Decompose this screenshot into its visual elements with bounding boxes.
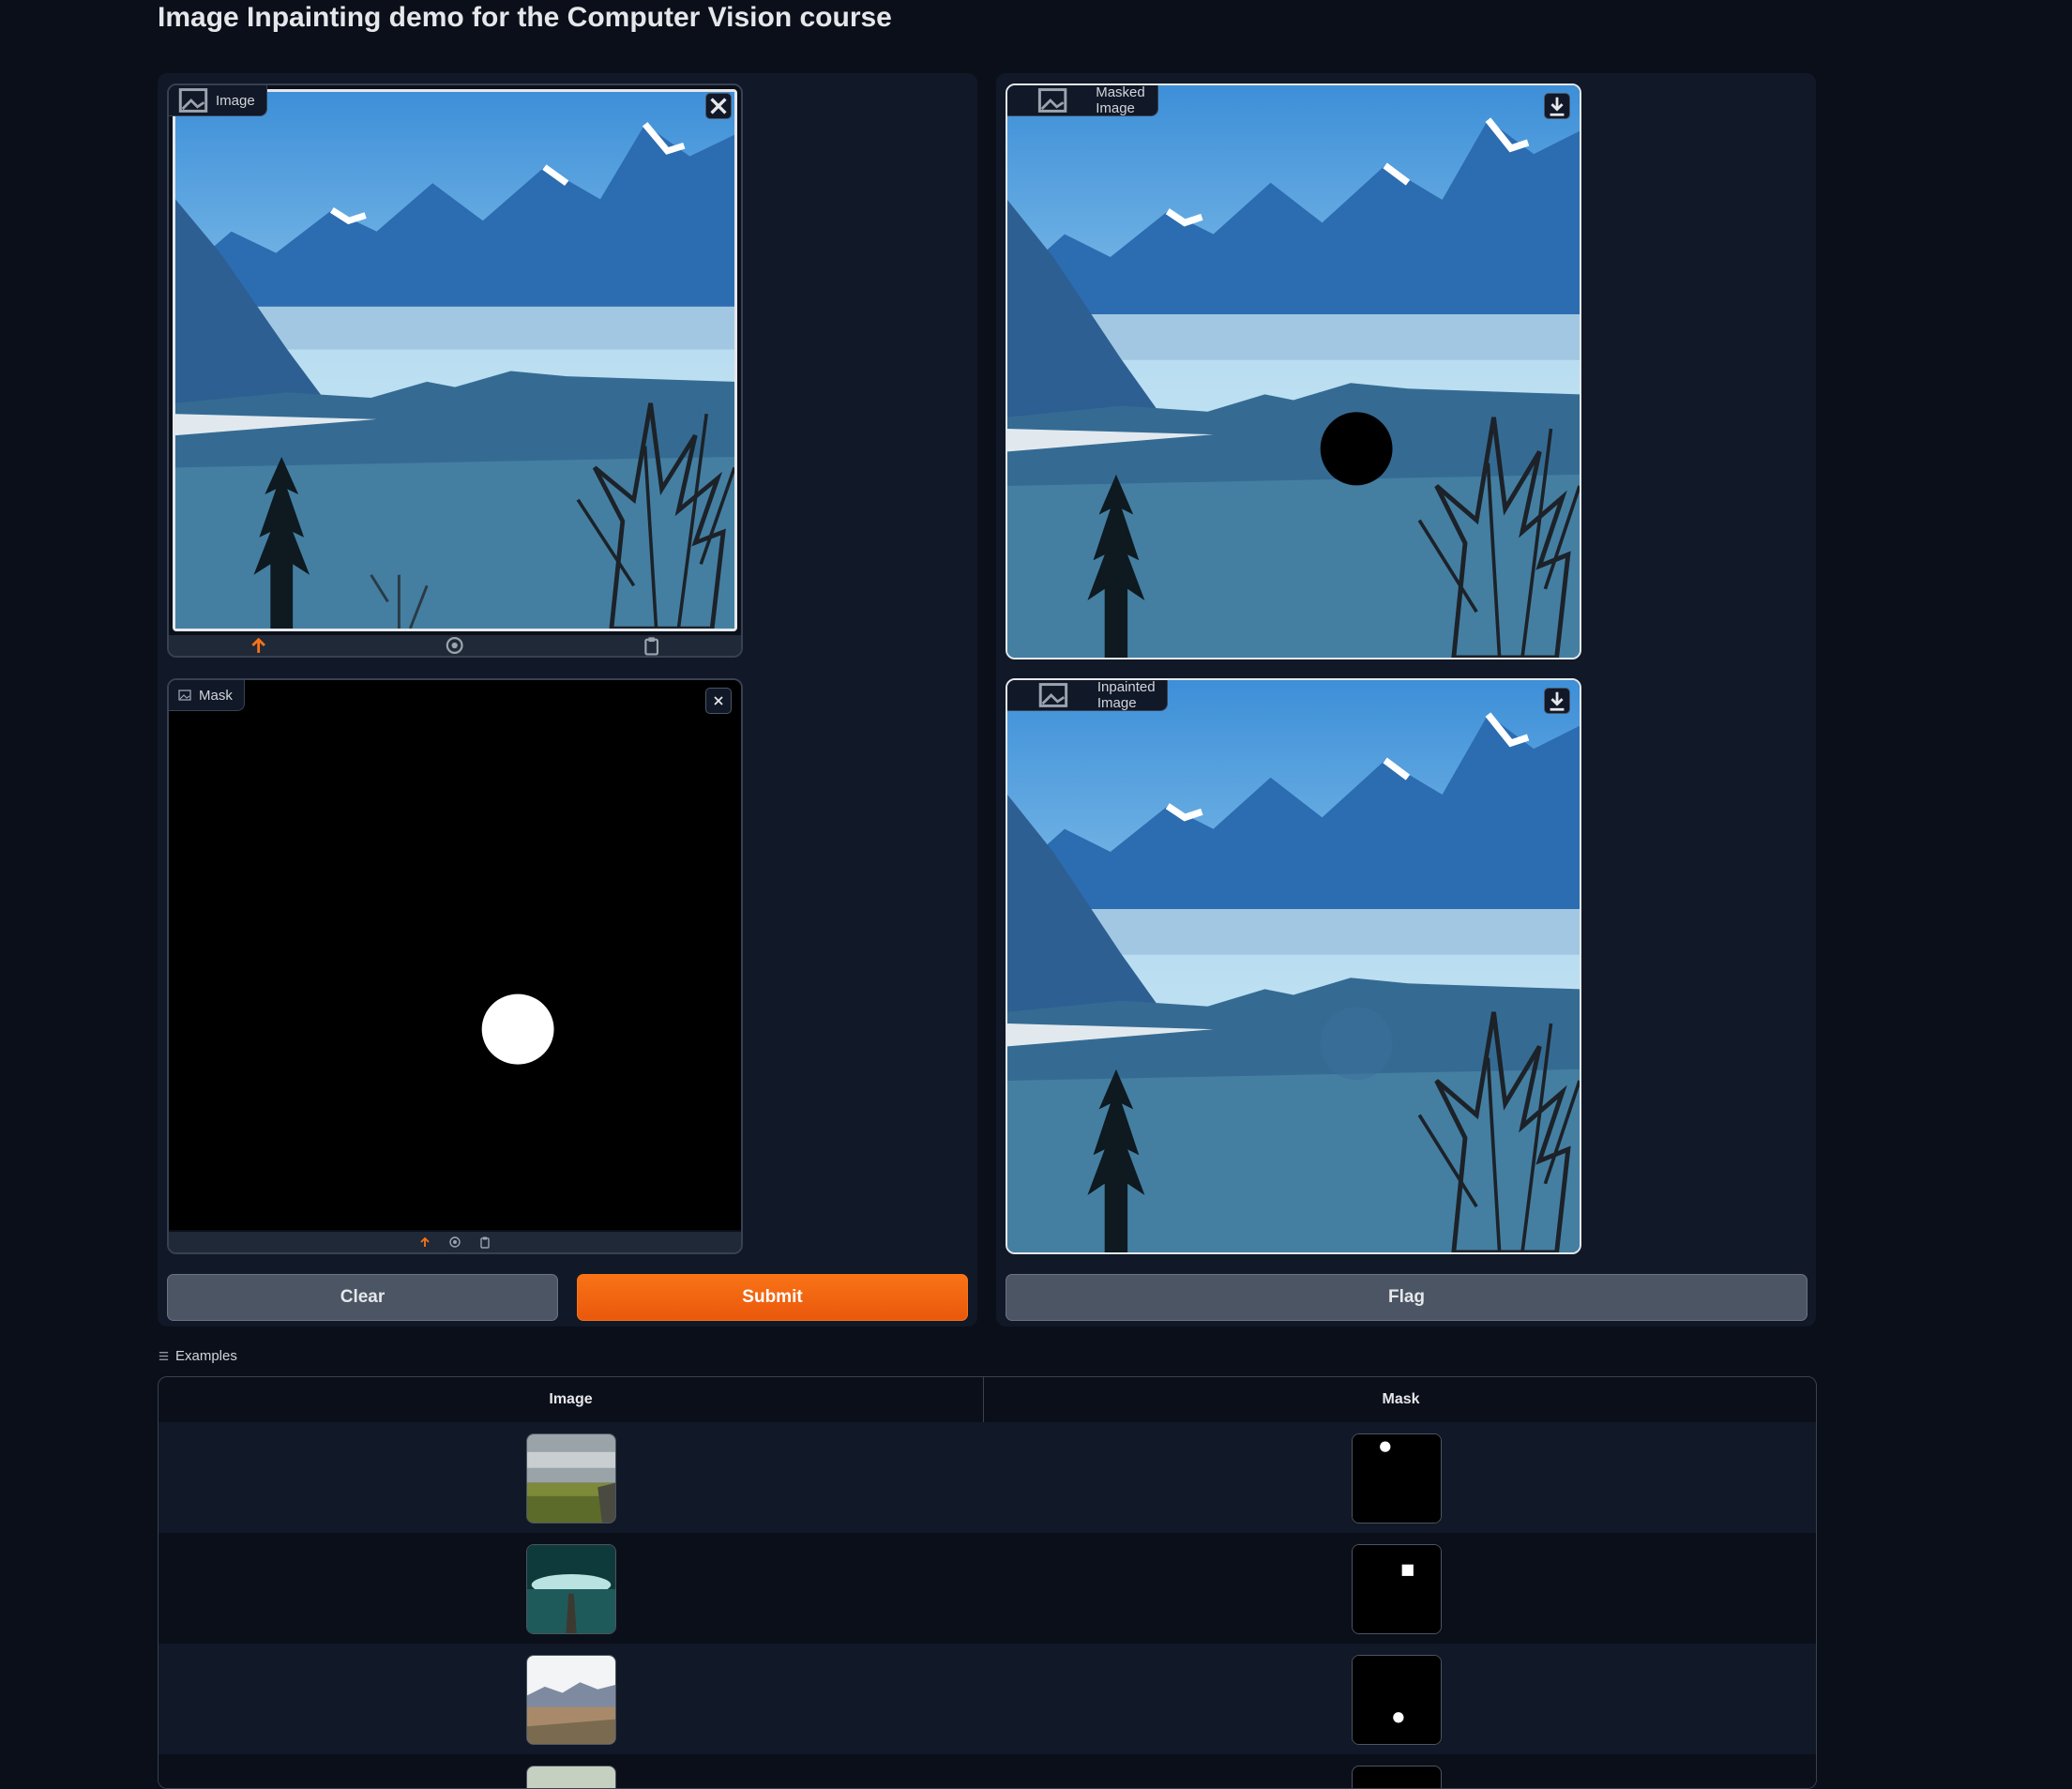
inpainted-image-label: Inpainted Image bbox=[1007, 680, 1168, 711]
inpainted-image-output: Inpainted Image bbox=[1006, 678, 1581, 1254]
mask-image bbox=[481, 993, 554, 1065]
image-input[interactable]: Image bbox=[167, 83, 743, 658]
masked-label-text: Masked Image bbox=[1096, 84, 1145, 116]
example-image-thumbnail[interactable] bbox=[526, 1766, 616, 1788]
desert-mountains-thumbnail bbox=[527, 1656, 615, 1744]
example-row[interactable] bbox=[159, 1422, 1816, 1533]
example-image-thumbnail[interactable] bbox=[526, 1433, 616, 1524]
column-header-image: Image bbox=[549, 1391, 593, 1407]
mountain-landscape-image bbox=[175, 92, 734, 629]
list-icon bbox=[159, 1352, 169, 1360]
example-mask-thumbnail[interactable] bbox=[1352, 1766, 1442, 1788]
column-header-mask: Mask bbox=[1382, 1391, 1420, 1407]
example-row[interactable] bbox=[159, 1754, 1816, 1788]
mask-canvas bbox=[169, 680, 741, 1230]
close-icon bbox=[710, 98, 727, 114]
grassland-thumbnail bbox=[527, 1434, 615, 1523]
image-toolbar bbox=[169, 635, 741, 656]
upload-icon[interactable] bbox=[169, 635, 348, 656]
example-row[interactable] bbox=[159, 1533, 1816, 1644]
clipboard-icon[interactable] bbox=[478, 1236, 492, 1249]
masked-image-output: Masked Image bbox=[1006, 83, 1581, 660]
square-mask bbox=[1353, 1545, 1441, 1633]
image-input-label: Image bbox=[169, 85, 267, 116]
dot-top-mask bbox=[1353, 1434, 1441, 1523]
masked-landscape-image bbox=[1007, 85, 1580, 658]
mask-toolbar bbox=[169, 1232, 741, 1252]
download-inpainted-button[interactable] bbox=[1544, 688, 1570, 714]
image-icon bbox=[1038, 683, 1068, 707]
image-label-text: Image bbox=[216, 92, 255, 109]
download-icon bbox=[1550, 691, 1565, 711]
clipboard-icon[interactable] bbox=[562, 635, 741, 656]
webcam-icon[interactable] bbox=[448, 1236, 461, 1249]
example-mask-thumbnail[interactable] bbox=[1352, 1544, 1442, 1634]
examples-header: Examples bbox=[158, 1348, 237, 1364]
image-icon bbox=[178, 690, 191, 701]
inpainted-label-text: Inpainted Image bbox=[1096, 679, 1156, 711]
example-image-thumbnail[interactable] bbox=[526, 1655, 616, 1745]
example-row[interactable] bbox=[159, 1644, 1816, 1754]
examples-label-text: Examples bbox=[175, 1348, 237, 1364]
upload-icon[interactable] bbox=[418, 1236, 431, 1249]
close-icon bbox=[714, 696, 723, 705]
mask-input-label: Mask bbox=[169, 680, 245, 711]
input-photo bbox=[173, 89, 737, 631]
examples-table: Image Mask bbox=[158, 1376, 1817, 1789]
image-icon bbox=[178, 88, 208, 113]
download-masked-button[interactable] bbox=[1544, 93, 1570, 119]
clear-image-button[interactable] bbox=[705, 93, 732, 119]
dot-bottom-mask bbox=[1353, 1656, 1441, 1744]
flag-button[interactable]: Flag bbox=[1006, 1274, 1807, 1321]
mask-input[interactable]: Mask bbox=[167, 678, 743, 1254]
inpainted-landscape-image bbox=[1007, 680, 1580, 1252]
mask-label-text: Mask bbox=[199, 687, 233, 704]
pier-lake-thumbnail bbox=[527, 1545, 615, 1633]
example-image-thumbnail[interactable] bbox=[526, 1544, 616, 1634]
example-mask-thumbnail[interactable] bbox=[1352, 1655, 1442, 1745]
submit-button[interactable]: Submit bbox=[577, 1274, 968, 1321]
example-mask-thumbnail[interactable] bbox=[1352, 1433, 1442, 1524]
image-icon bbox=[1037, 88, 1067, 113]
clear-button[interactable]: Clear bbox=[167, 1274, 558, 1321]
download-icon bbox=[1550, 97, 1565, 116]
clear-mask-button[interactable] bbox=[705, 688, 732, 714]
page-title: Image Inpainting demo for the Computer V… bbox=[158, 2, 892, 33]
masked-image-label: Masked Image bbox=[1007, 84, 1159, 116]
webcam-icon[interactable] bbox=[365, 635, 544, 656]
